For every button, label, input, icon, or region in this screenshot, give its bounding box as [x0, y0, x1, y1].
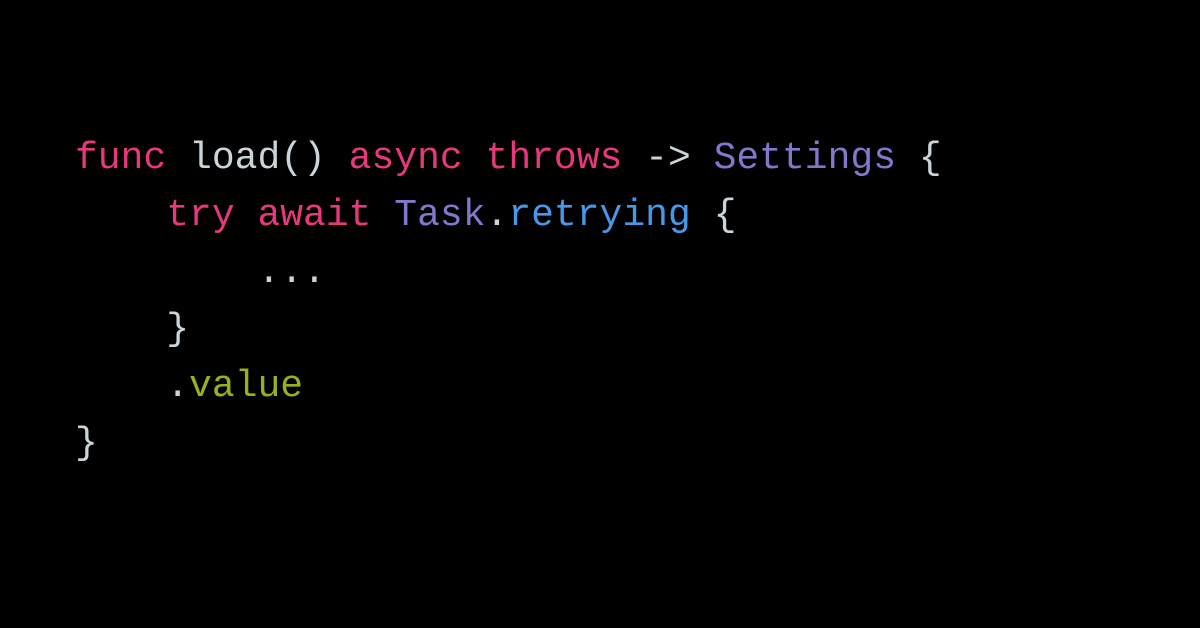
method-retrying: retrying: [508, 194, 690, 237]
code-line-4: }: [75, 308, 189, 351]
brace-open: {: [919, 137, 942, 180]
ellipsis: ...: [257, 251, 325, 294]
keyword-try: try: [166, 194, 234, 237]
code-line-5: .value: [75, 365, 303, 408]
keyword-throws: throws: [486, 137, 623, 180]
property-value: value: [189, 365, 303, 408]
type-task: Task: [394, 194, 485, 237]
indent: [75, 251, 257, 294]
indent: [75, 308, 166, 351]
parentheses: (): [280, 137, 326, 180]
indent: [75, 194, 166, 237]
code-snippet: func load() async throws -> Settings { t…: [75, 130, 1125, 472]
keyword-async: async: [349, 137, 463, 180]
dot-operator: .: [166, 365, 189, 408]
keyword-await: await: [257, 194, 371, 237]
brace-close: }: [75, 422, 98, 465]
brace-open: {: [714, 194, 737, 237]
return-type: Settings: [714, 137, 896, 180]
return-arrow: ->: [645, 137, 691, 180]
function-name: load: [189, 137, 280, 180]
code-line-1: func load() async throws -> Settings {: [75, 137, 942, 180]
dot-operator: .: [486, 194, 509, 237]
code-line-3: ...: [75, 251, 326, 294]
code-line-2: try await Task.retrying {: [75, 194, 736, 237]
indent: [75, 365, 166, 408]
code-line-6: }: [75, 422, 98, 465]
brace-close: }: [166, 308, 189, 351]
keyword-func: func: [75, 137, 166, 180]
